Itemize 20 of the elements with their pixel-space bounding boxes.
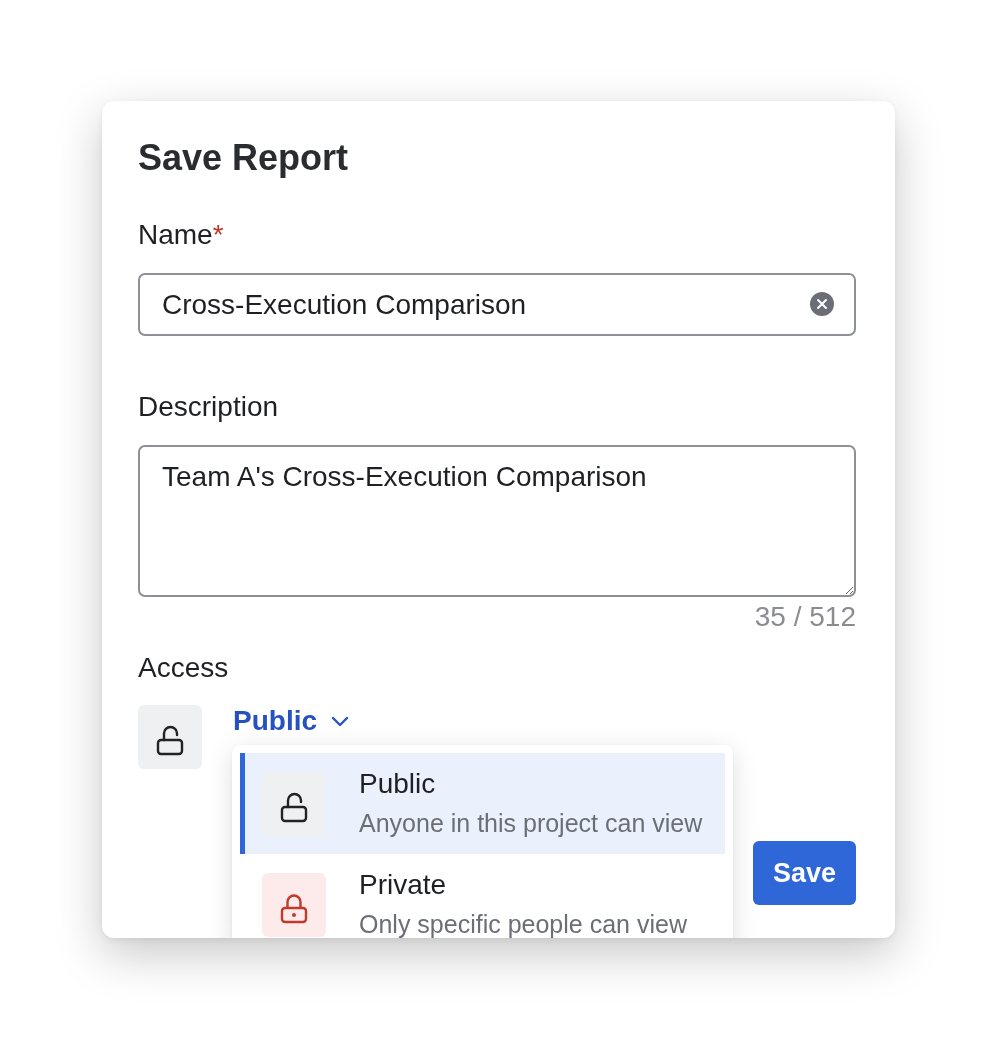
required-mark: * (212, 218, 224, 252)
field-label: Name (138, 218, 213, 252)
access-option[interactable]: Public Anyone in this project can view (240, 753, 725, 854)
dialog-title: Save Report (138, 137, 349, 179)
field-label: Access (138, 651, 229, 685)
save-button[interactable]: Save (753, 841, 856, 905)
chevron-down-icon (331, 715, 349, 727)
access-dropdown[interactable]: Public (233, 705, 349, 737)
open-lock-icon (138, 705, 202, 769)
clear-icon[interactable] (810, 292, 834, 316)
open-lock-icon (262, 771, 326, 836)
text-area[interactable]: Team A's Cross-Execution Comparison (138, 445, 856, 597)
lock-icon (262, 872, 326, 937)
option-title: Private (359, 870, 447, 900)
field-label: Description (138, 390, 279, 424)
option-description: Only specific people can view (359, 909, 687, 938)
character-counter: 35 / 512 (754, 600, 856, 634)
option-title: Public (359, 769, 436, 799)
option-description: Anyone in this project can view (359, 808, 703, 838)
text-field[interactable]: Cross-Execution Comparison (138, 273, 856, 336)
